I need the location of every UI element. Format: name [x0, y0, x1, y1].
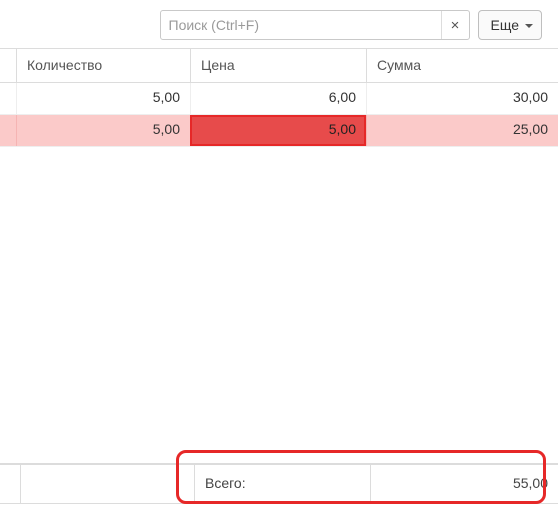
- column-header-price[interactable]: Цена: [190, 49, 366, 82]
- more-menu-label: Еще: [491, 17, 520, 33]
- cell-price-error[interactable]: 5,00: [190, 115, 366, 146]
- chevron-down-icon: [525, 24, 533, 28]
- table-row[interactable]: 5,00 5,00 25,00: [0, 115, 558, 147]
- data-grid: Количество Цена Сумма 5,00 6,00 30,00 5,…: [0, 48, 558, 504]
- cell-price[interactable]: 6,00: [190, 83, 366, 114]
- cell-quantity[interactable]: 5,00: [16, 83, 190, 114]
- grid-header: Количество Цена Сумма: [0, 49, 558, 83]
- more-menu-button[interactable]: Еще: [478, 10, 543, 40]
- cell-sum[interactable]: 25,00: [366, 115, 558, 146]
- footer-total-label: Всего:: [194, 465, 370, 503]
- footer-spacer: [20, 465, 194, 503]
- column-header-sum[interactable]: Сумма: [366, 49, 558, 82]
- search-input[interactable]: [160, 10, 470, 40]
- cell-sum[interactable]: 30,00: [366, 83, 558, 114]
- table-row[interactable]: 5,00 6,00 30,00: [0, 83, 558, 115]
- grid-body[interactable]: 5,00 6,00 30,00 5,00 5,00 25,00: [0, 83, 558, 463]
- row-lead-spacer: [0, 115, 16, 146]
- footer-total-value: 55,00: [370, 465, 558, 503]
- search-field-wrapper: ×: [160, 10, 470, 40]
- row-lead-spacer: [0, 83, 16, 114]
- clear-search-button[interactable]: ×: [441, 11, 469, 39]
- footer-lead-spacer: [0, 465, 20, 503]
- column-header-quantity[interactable]: Количество: [16, 49, 190, 82]
- toolbar: × Еще: [0, 0, 558, 48]
- cell-quantity[interactable]: 5,00: [16, 115, 190, 146]
- grid-footer: Всего: 55,00: [0, 464, 558, 504]
- header-lead-spacer: [0, 49, 16, 82]
